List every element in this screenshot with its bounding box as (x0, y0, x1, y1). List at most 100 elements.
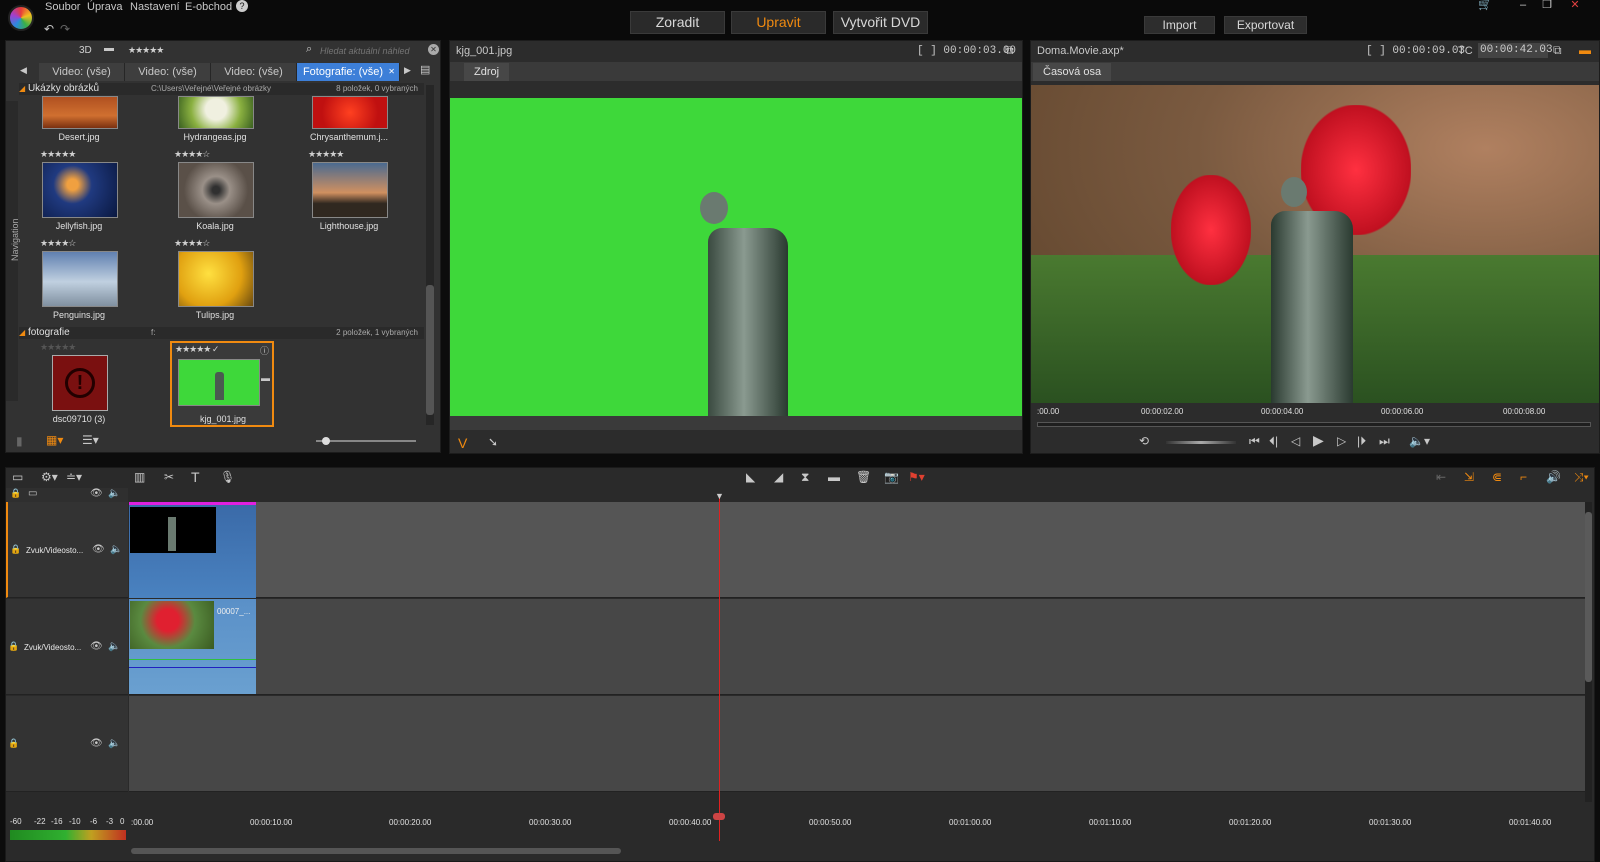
razor-icon[interactable]: ✂ (164, 470, 174, 484)
track-header-1[interactable]: 🔒 Zvuk/Videosto... 👁 🔈 (6, 502, 128, 598)
rating-filter[interactable]: ★★★★★ (128, 45, 164, 56)
item-rating[interactable]: ★★★★☆ (174, 238, 210, 249)
trash-icon[interactable]: ▮ (16, 434, 23, 448)
timeline-clip-tulips[interactable]: 00007_... (129, 599, 256, 694)
thumbnail-penguins[interactable] (42, 251, 118, 307)
mode-edit-button[interactable]: Upravit (731, 11, 826, 34)
detach-icon[interactable]: ⧉ (1005, 43, 1014, 58)
lock-icon[interactable]: 🔒 (8, 738, 19, 749)
track-header-3[interactable]: 🔒 👁 🔈 (6, 696, 128, 792)
tab-photos[interactable]: Fotografie: (vše) ✕ (297, 63, 400, 81)
previous-frame-icon[interactable]: ⏴| (1269, 434, 1278, 449)
monitor-icon[interactable]: ▭ (28, 488, 37, 499)
snapshot-icon[interactable]: 📷 (884, 470, 899, 484)
shuttle-control[interactable] (1166, 441, 1236, 444)
export-button[interactable]: Exportovat (1224, 16, 1307, 34)
section-header-photos[interactable]: ◢ fotografie f: 2 položek, 1 vybraných (19, 327, 424, 339)
navigation-sidebar[interactable]: Navigation (6, 101, 20, 401)
mode-3d-toggle[interactable]: 3D (79, 45, 92, 56)
timeline-vscrollbar[interactable] (1585, 502, 1592, 802)
loop-icon[interactable]: ⟲ (1139, 434, 1149, 448)
go-end-icon[interactable]: ⏭ (1379, 434, 1390, 449)
tab-scroll-right-icon[interactable]: ▶ (404, 65, 411, 76)
menu-edit[interactable]: Úprava (87, 1, 122, 13)
tab-scroll-left-icon[interactable]: ◀ (20, 65, 27, 76)
timeline-hscrollbar[interactable] (131, 848, 621, 854)
player-ruler[interactable]: :00.00 00:00:02.00 00:00:04.00 00:00:06.… (1031, 404, 1599, 434)
scroll-thumb[interactable] (1585, 512, 1592, 682)
tab-timeline[interactable]: Časová osa (1033, 63, 1112, 81)
item-rating[interactable]: ★★★★★ (308, 149, 344, 160)
player-progress-track[interactable] (1037, 422, 1591, 427)
item-rating[interactable]: ★★★★★ (40, 149, 76, 160)
search-input[interactable] (320, 44, 428, 57)
lock-icon[interactable]: 🔒 (10, 488, 21, 499)
minimize-icon[interactable]: – (1512, 0, 1534, 12)
scroll-thumb[interactable] (426, 285, 434, 415)
list-view-icon[interactable]: ☰▾ (82, 433, 99, 447)
step-forward-icon[interactable]: ▷ (1337, 434, 1346, 448)
tab-source[interactable]: Zdroj (464, 63, 510, 81)
delete-icon[interactable]: 🗑 (856, 470, 871, 484)
zoom-slider-handle[interactable] (322, 437, 330, 445)
menu-settings[interactable]: Nastavení (130, 1, 180, 13)
mode-organize-button[interactable]: Zoradit (630, 11, 725, 34)
cart-icon[interactable]: 🛒 (1474, 0, 1496, 12)
search-icon[interactable]: ⌕ (306, 43, 312, 56)
storyboard-icon[interactable]: ▭ (12, 470, 23, 484)
tc-value[interactable]: 00:00:42.03 (1478, 43, 1553, 58)
settings-icon[interactable]: ⚙▾ (41, 470, 58, 484)
zoom-slider[interactable] (316, 437, 416, 445)
rubber-band-icon[interactable]: ⤨▾ (1574, 470, 1589, 485)
track-name[interactable]: Zvuk/Videosto... (26, 546, 83, 555)
undo-icon[interactable]: ↶ (44, 22, 54, 36)
import-button[interactable]: Import (1144, 16, 1215, 34)
thumbnail-dsc09710[interactable]: ! (52, 355, 108, 411)
visibility-icon[interactable]: 👁 (90, 641, 103, 652)
visibility-icon[interactable]: 👁 (90, 738, 103, 749)
source-scrubber[interactable] (450, 416, 1022, 430)
cursor-tool-icon[interactable]: ➘ (488, 435, 498, 449)
thumbnail-hydrangeas[interactable] (178, 96, 254, 129)
info-icon[interactable]: ⓘ (260, 344, 269, 357)
menu-file[interactable]: Soubor (45, 1, 80, 13)
thumbnail-lighthouse[interactable] (312, 162, 388, 218)
volume-icon[interactable]: 🔈▾ (1409, 434, 1430, 448)
help-icon[interactable]: ? (236, 0, 248, 12)
step-back-icon[interactable]: ◁ (1291, 434, 1300, 448)
library-scrollbar[interactable] (426, 85, 434, 425)
play-icon[interactable]: ▶ (1313, 432, 1324, 449)
thumbnail-tulips[interactable] (178, 251, 254, 307)
selected-item[interactable]: ★★★★★ ✓ ⓘ ▬ kjg_001.jpg (170, 341, 274, 427)
visibility-icon[interactable]: 👁 (92, 544, 105, 555)
mark-in-icon[interactable]: V (458, 435, 467, 451)
visibility-icon[interactable]: 👁 (90, 488, 103, 499)
track-lane-1[interactable] (129, 502, 1589, 598)
playhead[interactable] (719, 496, 720, 841)
thumbnail-koala[interactable] (178, 162, 254, 218)
expand-arrow-icon[interactable]: ◢ (19, 84, 25, 93)
playhead-handle-icon[interactable]: ▼ (715, 491, 724, 501)
go-start-icon[interactable]: ⏮ (1249, 434, 1260, 449)
ripple-icon[interactable]: ⇤ (1436, 470, 1446, 484)
marker-in-icon[interactable]: ◣ (746, 470, 755, 484)
audio-icon[interactable]: 🔈 (110, 544, 122, 555)
grid-view-icon[interactable]: ▦▾ (46, 433, 63, 447)
track-name[interactable]: Zvuk/Videosto... (24, 643, 81, 652)
next-frame-icon[interactable]: |⏵ (1357, 434, 1366, 449)
tab-video-2[interactable]: Video: (vše) (125, 63, 211, 81)
track-options-icon[interactable]: ≐▾ (66, 470, 82, 484)
tab-video-3[interactable]: Video: (vše) (211, 63, 297, 81)
thumbnail-kjg-001[interactable] (178, 359, 260, 406)
tab-video-1[interactable]: Video: (vše) (39, 63, 125, 81)
item-rating[interactable]: ★★★★★ ✓ (175, 344, 219, 355)
title-icon[interactable]: T (191, 469, 200, 485)
tab-close-icon[interactable]: ✕ (388, 63, 395, 81)
audio-pan-line[interactable] (129, 667, 256, 668)
thumbnail-jellyfish[interactable] (42, 162, 118, 218)
redo-icon[interactable]: ↷ (60, 22, 70, 36)
lock-icon[interactable]: 🔒 (10, 544, 21, 555)
marker-out-icon[interactable]: ◢ (774, 470, 783, 484)
audio-mixer-icon[interactable]: ▥ (134, 470, 145, 484)
audio-icon[interactable]: 🔈 (108, 738, 120, 749)
